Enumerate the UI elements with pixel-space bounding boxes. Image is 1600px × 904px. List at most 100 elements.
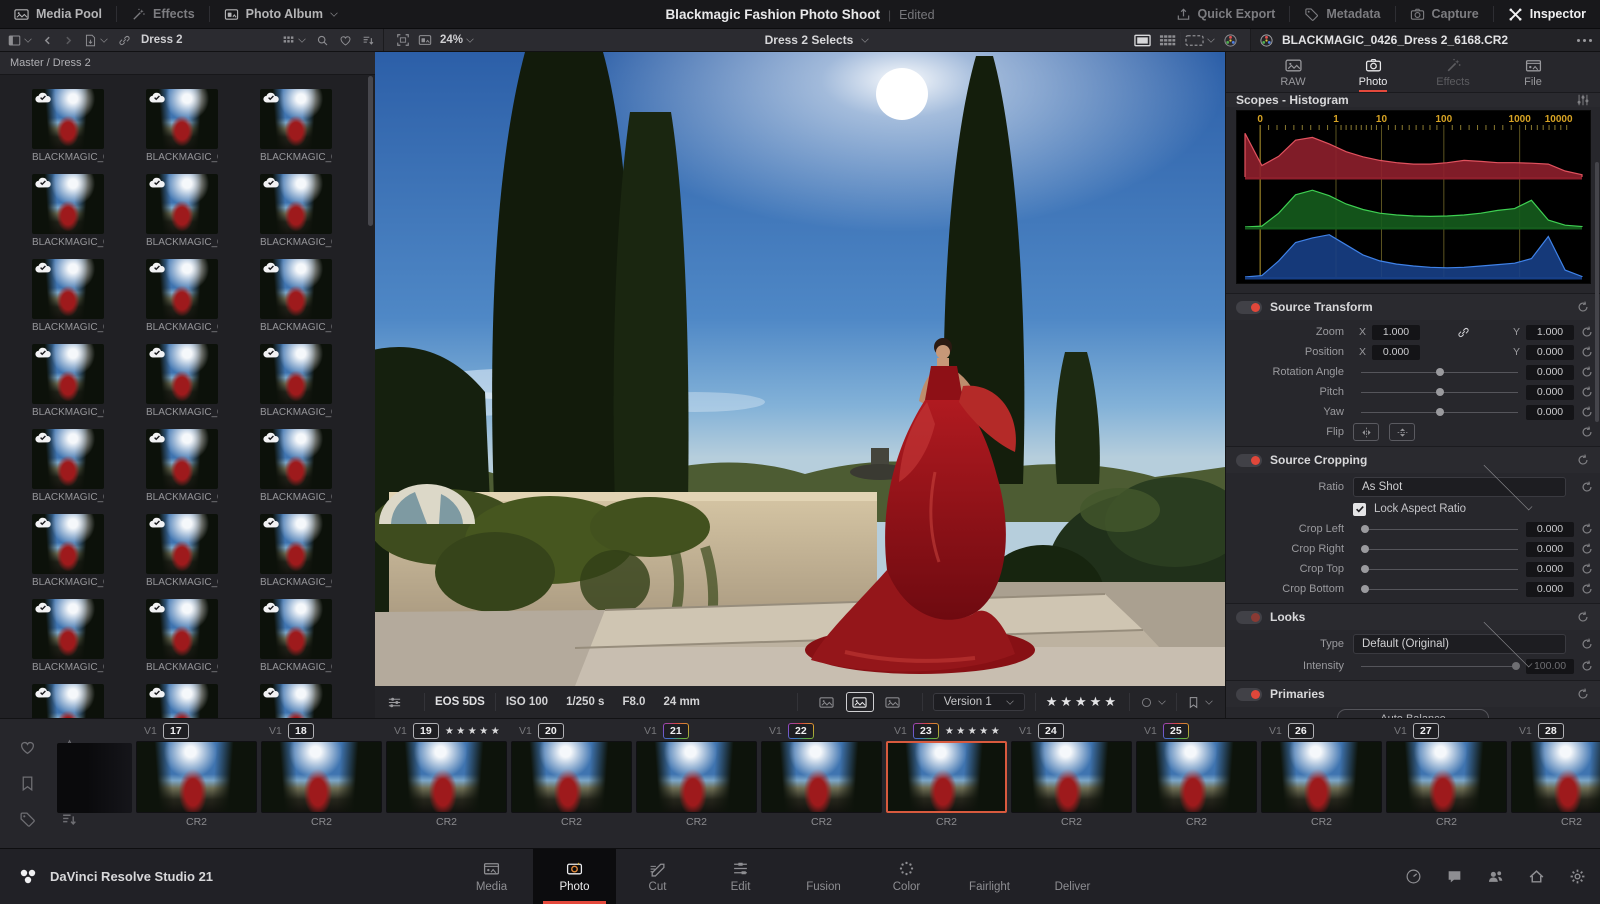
crop-top-input[interactable]: 0.000 <box>1526 562 1574 577</box>
reset-icon[interactable] <box>1580 385 1594 399</box>
back-button[interactable] <box>38 29 57 51</box>
filmstrip-item[interactable]: V1 17 CR2 <box>136 721 257 848</box>
pitch-input[interactable]: 0.000 <box>1526 385 1574 400</box>
media-thumbnail[interactable]: BLACKMAGIC_042... <box>146 684 218 718</box>
filmstrip-item[interactable]: V1 24 CR2 <box>1011 721 1132 848</box>
settings-gear-icon[interactable] <box>1569 868 1586 885</box>
filmstrip-thumbnail[interactable] <box>761 741 882 813</box>
link-icon[interactable] <box>1457 326 1470 339</box>
photo-album-button[interactable]: Photo Album <box>210 0 352 28</box>
forward-button[interactable] <box>59 29 78 51</box>
reset-icon[interactable] <box>1580 582 1594 596</box>
inspector-scrollbar[interactable] <box>1595 162 1599 422</box>
media-thumbnail[interactable]: BLACKMAGIC_042... <box>32 599 104 673</box>
media-thumbnail[interactable]: BLACKMAGIC_042... <box>146 89 218 163</box>
reset-icon[interactable] <box>1580 542 1594 556</box>
tab-raw[interactable]: RAW <box>1266 57 1320 88</box>
viewer-image[interactable] <box>375 52 1225 685</box>
media-thumbnail[interactable]: BLACKMAGIC_042... <box>146 429 218 503</box>
new-bin-button[interactable] <box>80 29 112 51</box>
zoom-y-input[interactable]: 1.000 <box>1526 325 1574 340</box>
relink-button[interactable] <box>114 29 135 51</box>
zoom-x-input[interactable]: 1.000 <box>1372 325 1420 340</box>
media-thumbnail[interactable]: BLACKMAGIC_042... <box>32 344 104 418</box>
looks-toggle[interactable] <box>1236 611 1262 624</box>
page-tab-photo[interactable]: Photo <box>533 849 616 904</box>
media-thumbnail[interactable]: BLACKMAGIC_042... <box>260 599 332 673</box>
filmstrip-item[interactable]: V1 21 CR2 <box>636 721 757 848</box>
filmstrip-thumbnail[interactable] <box>1386 741 1507 813</box>
filmstrip-item[interactable]: V1 27 CR2 <box>1386 721 1507 848</box>
page-tab-media[interactable]: Media <box>450 849 533 904</box>
view-mode-button[interactable] <box>278 29 310 51</box>
media-thumbnail[interactable]: BLACKMAGIC_042... <box>260 684 332 718</box>
reset-icon[interactable] <box>1580 405 1594 419</box>
media-thumbnail[interactable]: BLACKMAGIC_042... <box>32 259 104 333</box>
media-thumbnail[interactable]: BLACKMAGIC_042... <box>32 429 104 503</box>
auto-balance-button[interactable]: Auto Balance <box>1337 709 1489 718</box>
reset-icon[interactable] <box>1580 365 1594 379</box>
crop-bottom-slider[interactable] <box>1361 582 1518 596</box>
filmstrip-item[interactable]: V1 23 ★★★★★ CR2 <box>886 721 1007 848</box>
page-tab-deliver[interactable]: Deliver <box>1031 849 1114 904</box>
yaw-slider[interactable] <box>1361 405 1518 419</box>
flag-color-button[interactable] <box>1140 696 1166 709</box>
source-transform-toggle[interactable] <box>1236 301 1262 314</box>
selects-dropdown[interactable]: Dress 2 Selects <box>384 33 1250 47</box>
filmstrip-item[interactable]: V1 18 CR2 <box>261 721 382 848</box>
filmstrip-item[interactable]: V1 28 CR2 <box>1511 721 1600 848</box>
export-image-button[interactable] <box>880 693 906 711</box>
media-thumbnail[interactable]: BLACKMAGIC_042... <box>260 514 332 588</box>
crop-left-slider[interactable] <box>1361 522 1518 536</box>
filmstrip-thumbnail[interactable] <box>1261 741 1382 813</box>
reset-icon[interactable] <box>1580 637 1594 651</box>
reset-icon[interactable] <box>1580 480 1594 494</box>
media-thumbnail[interactable]: BLACKMAGIC_042... <box>32 514 104 588</box>
tab-photo[interactable]: Photo <box>1346 57 1400 92</box>
page-tab-cut[interactable]: Cut <box>616 849 699 904</box>
heart-icon[interactable] <box>19 739 36 756</box>
look-intensity-slider[interactable] <box>1361 659 1518 673</box>
flip-horizontal-button[interactable] <box>1353 423 1379 441</box>
project-home-icon[interactable] <box>1528 868 1545 885</box>
media-thumbnail[interactable]: BLACKMAGIC_042... <box>146 174 218 248</box>
sort-button[interactable] <box>358 29 379 51</box>
bookmark-icon[interactable] <box>19 775 36 792</box>
render-status-icon[interactable] <box>1405 868 1422 885</box>
media-thumbnail[interactable]: BLACKMAGIC_042... <box>260 174 332 248</box>
filmstrip-thumbnail[interactable] <box>386 741 507 813</box>
crop-right-input[interactable]: 0.000 <box>1526 542 1574 557</box>
reset-icon[interactable] <box>1580 562 1594 576</box>
favorites-filter-button[interactable] <box>335 29 356 51</box>
filmstrip-thumbnail[interactable] <box>511 741 632 813</box>
page-tab-fairlight[interactable]: Fairlight <box>948 849 1031 904</box>
tab-file[interactable]: File <box>1506 57 1560 88</box>
reset-icon[interactable] <box>1580 425 1594 439</box>
media-thumbnail[interactable]: BLACKMAGIC_042... <box>146 599 218 673</box>
filmstrip-thumbnail[interactable] <box>1011 741 1132 813</box>
search-button[interactable] <box>312 29 333 51</box>
current-image-button[interactable] <box>846 692 874 712</box>
filmstrip-thumbnail[interactable] <box>1136 741 1257 813</box>
pitch-slider[interactable] <box>1361 385 1518 399</box>
bookmark-button[interactable] <box>1187 696 1225 709</box>
media-thumbnail[interactable]: BLACKMAGIC_042... <box>146 344 218 418</box>
filmstrip-thumbnail[interactable] <box>136 741 257 813</box>
flip-vertical-button[interactable] <box>1389 423 1415 441</box>
collaboration-icon[interactable] <box>1487 868 1504 885</box>
source-cropping-toggle[interactable] <box>1236 454 1262 467</box>
filmstrip-thumbnail[interactable] <box>636 741 757 813</box>
effects-button[interactable]: Effects <box>117 0 209 28</box>
tab-effects[interactable]: Effects <box>1426 57 1480 88</box>
media-thumbnail[interactable]: BLACKMAGIC_042... <box>32 174 104 248</box>
more-options-button[interactable] <box>1577 39 1592 42</box>
filmstrip-thumbnail[interactable] <box>261 741 382 813</box>
capture-button[interactable]: Capture <box>1396 0 1493 28</box>
media-thumbnail[interactable]: BLACKMAGIC_042... <box>146 259 218 333</box>
reset-icon[interactable] <box>1580 325 1594 339</box>
look-type-dropdown[interactable]: Default (Original) <box>1353 634 1566 654</box>
quick-export-button[interactable]: Quick Export <box>1162 0 1290 28</box>
reject-image-button[interactable] <box>814 693 840 711</box>
chat-icon[interactable] <box>1446 868 1463 885</box>
panel-layout-button[interactable] <box>4 29 36 51</box>
